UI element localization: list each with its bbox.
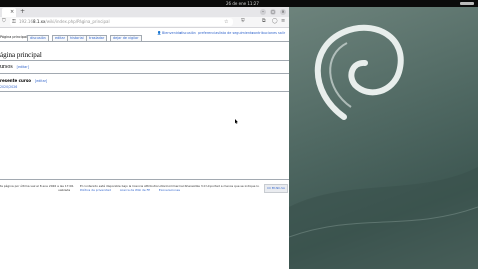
tab-page[interactable]: Página principal (0, 35, 27, 40)
pocket-icon[interactable]: ⛨ (241, 17, 245, 25)
minimize-icon[interactable]: – (260, 9, 266, 15)
mouse-cursor-icon (235, 119, 238, 124)
subsection-heading: resente curso [editar] (0, 78, 48, 83)
system-top-bar: 26 de ene 11:27 (0, 0, 478, 7)
browser-window: × + – □ × ⛉ ⚿ 192.168.1.xx/wiki/index.ph… (0, 7, 289, 269)
course-link[interactable]: 2020/2026 (0, 85, 17, 89)
footer-links: Política de privacidad Acerca de Wiki de… (80, 188, 180, 192)
shield-icon[interactable]: ⛉ (2, 17, 6, 25)
subsection-edit-link[interactable]: [editar] (35, 79, 47, 83)
section-edit-link[interactable]: [editar] (17, 65, 29, 69)
close-window-icon[interactable]: × (280, 9, 286, 15)
tab-close-icon[interactable]: × (10, 8, 14, 17)
content-rule (0, 91, 289, 92)
title-rule (0, 60, 289, 61)
browser-tab[interactable]: × (2, 8, 16, 17)
content-top-border (0, 41, 289, 42)
footer-link-disclaimer[interactable]: Exoneraciones (159, 188, 180, 192)
browser-nav-bar: ⛉ ⚿ 192.168.1.xx/wiki/index.php/Página_p… (0, 17, 289, 28)
system-tray[interactable] (460, 2, 474, 5)
footer-rule (0, 179, 289, 180)
footer-link-privacy[interactable]: Política de privacidad (80, 188, 111, 192)
desktop-wallpaper (289, 7, 478, 269)
new-tab-button[interactable]: + (20, 7, 25, 17)
section-heading: ursos [editar] (0, 64, 29, 70)
url-text: 192.168.1.xx/wiki/index.php/Página_princ… (19, 19, 110, 24)
menu-icon[interactable]: ≡ (281, 17, 285, 25)
url-bar[interactable]: ⚿ 192.168.1.xx/wiki/index.php/Página_pri… (10, 18, 233, 26)
bookmark-star-icon[interactable]: ☆ (224, 18, 228, 26)
account-icon[interactable]: ◯ (272, 17, 278, 25)
page-tabs: Página principal discusión editar histor… (0, 34, 289, 42)
debian-swirl-logo (289, 24, 478, 269)
license-badge[interactable]: CC BY-NC-SA (264, 184, 288, 193)
footer-last-modified-end: ualizada (58, 188, 71, 192)
page-title: ágina principal (0, 51, 42, 59)
footer-link-about[interactable]: Acerca de Wiki de FP (120, 188, 150, 192)
lock-icon[interactable]: ⚿ (12, 18, 16, 26)
system-clock[interactable]: 26 de ene 11:27 (226, 0, 259, 7)
section-rule (0, 73, 289, 74)
extensions-icon[interactable]: ⧉ (262, 17, 266, 25)
browser-tab-bar: × + – □ × (0, 7, 289, 17)
maximize-icon[interactable]: □ (270, 9, 276, 15)
